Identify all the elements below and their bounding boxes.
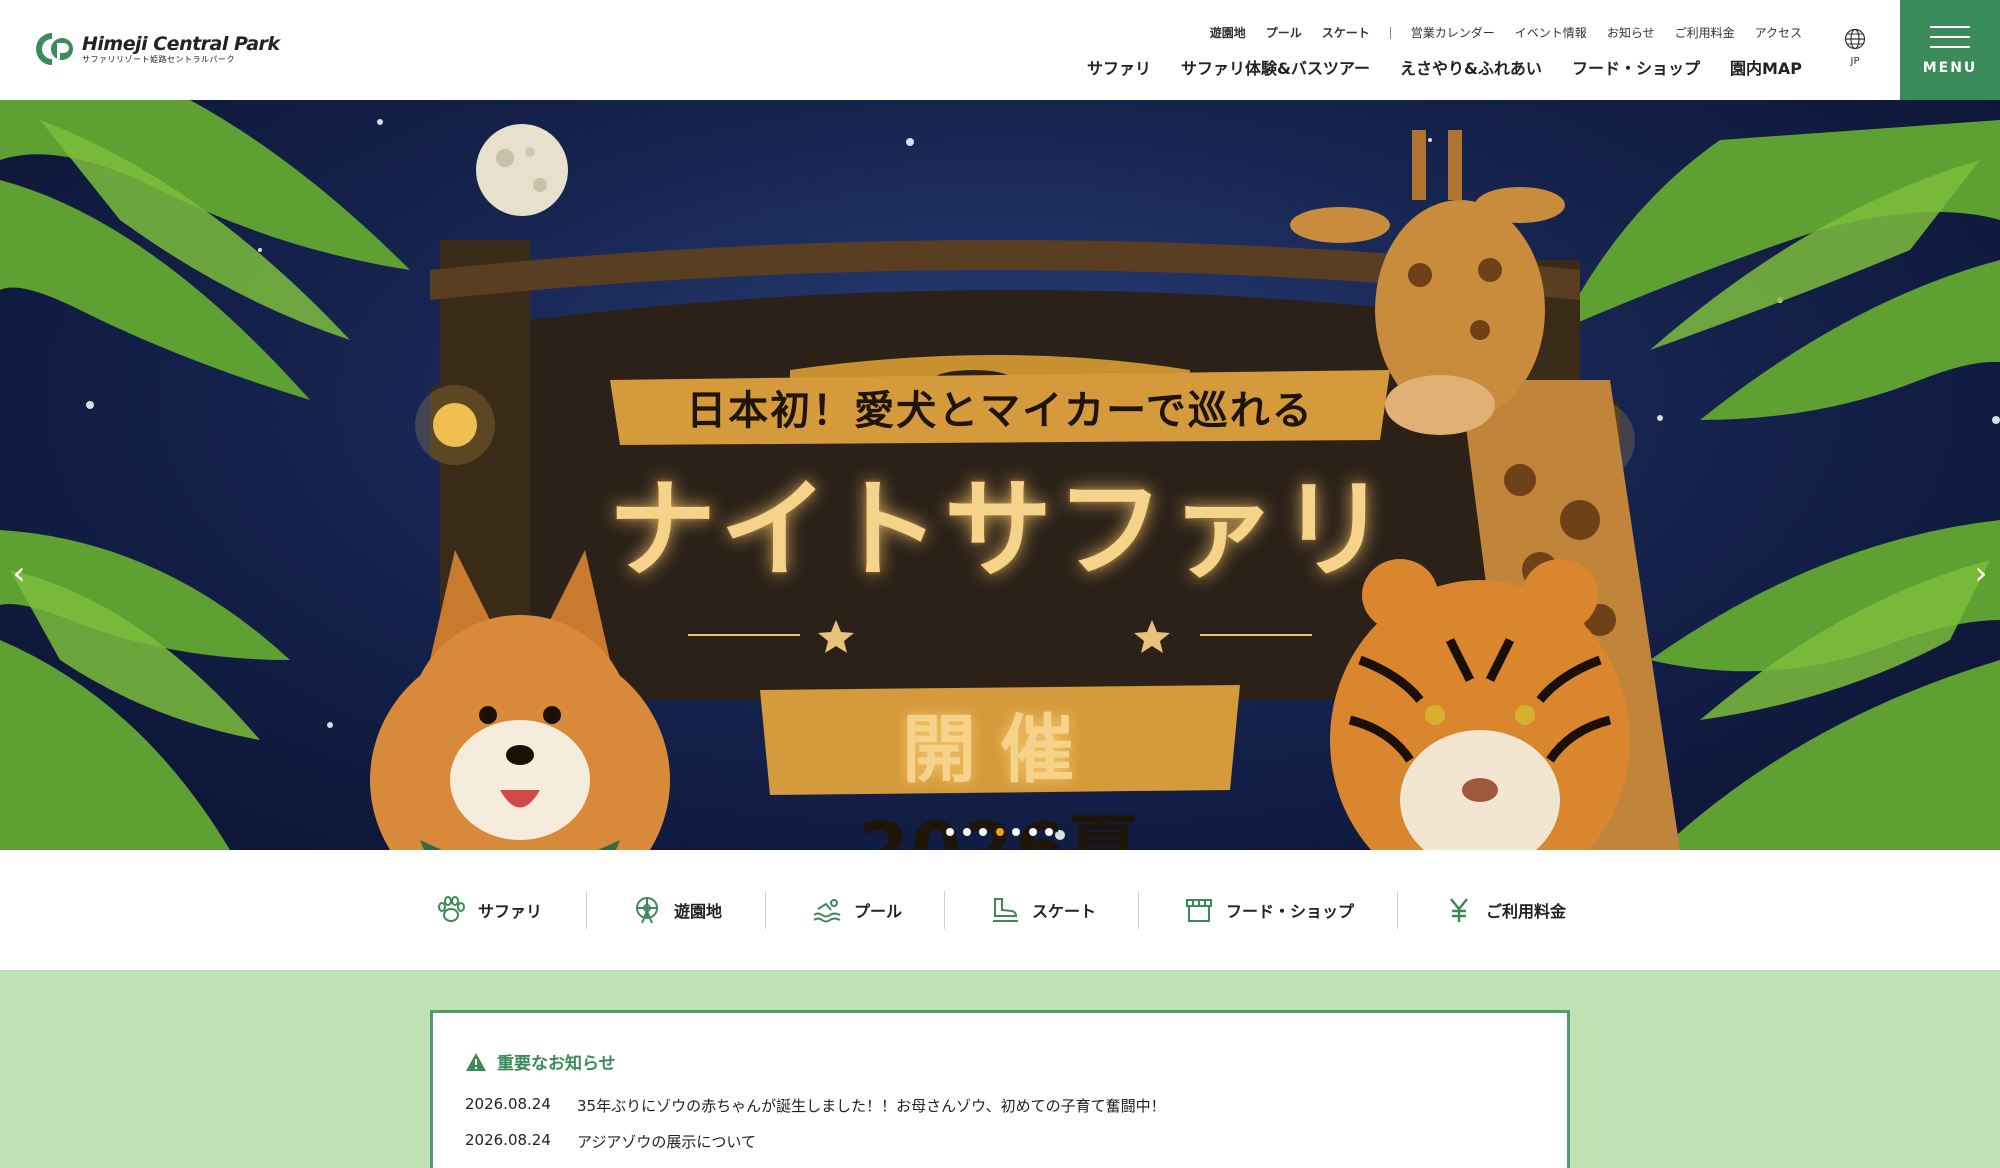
site-header: Himeji Central Park サファリリゾート姫路セントラルパーク 遊… — [0, 0, 2000, 100]
yen-icon — [1450, 898, 1468, 922]
category-prices[interactable]: ご利用料金 — [1444, 890, 1566, 930]
util-link-news[interactable]: お知らせ — [1607, 24, 1655, 41]
logo-subtitle: サファリリゾート姫路セントラルパーク — [82, 54, 235, 64]
hero-headline-4: 2026夏 — [858, 807, 1142, 850]
category-divider — [765, 891, 766, 929]
category-divider — [944, 891, 945, 929]
util-link-access[interactable]: アクセス — [1755, 24, 1802, 41]
logo-name: Himeji Central Park — [82, 32, 280, 55]
nav-safari-experience[interactable]: サファリ体験&バスツアー — [1181, 55, 1370, 79]
category-divider — [1138, 891, 1139, 929]
category-divider — [1397, 891, 1398, 929]
util-link-calendar[interactable]: 営業カレンダー — [1411, 24, 1495, 41]
hero-headline-3: 開催 — [902, 707, 1098, 793]
category-skate[interactable]: スケート — [990, 890, 1096, 930]
shop-icon — [1186, 899, 1212, 922]
category-divider — [586, 891, 587, 929]
category-food-shop[interactable]: フード・ショップ — [1184, 890, 1354, 930]
utility-nav: 遊園地 プール スケート 営業カレンダー イベント情報 お知らせ ご利用料金 ア… — [1190, 24, 1802, 41]
category-label: プール — [854, 902, 903, 921]
menu-label: MENU — [1922, 60, 1978, 76]
category-label: ご利用料金 — [1486, 902, 1567, 921]
globe-icon — [1844, 28, 1866, 50]
notice-item[interactable]: 2026.08.24 アジアゾウの展示について — [465, 1131, 756, 1152]
category-label: スケート — [1032, 902, 1097, 921]
skate-icon — [993, 898, 1018, 922]
notice-date: 2026.08.24 — [465, 1131, 551, 1149]
hamburger-icon — [1930, 26, 1970, 56]
category-pool[interactable]: プール — [812, 890, 902, 930]
nav-safari[interactable]: サファリ — [1087, 55, 1151, 79]
util-link-events[interactable]: イベント情報 — [1515, 24, 1587, 41]
slider-dot[interactable] — [962, 828, 971, 836]
slider-next-arrow-icon[interactable]: › — [1966, 548, 1996, 598]
category-label: フード・ショップ — [1226, 902, 1355, 921]
category-nav: サファリ 遊園地 プール スケート フード・ショップ ご利用料金 — [0, 850, 2000, 970]
logo-mark-icon — [30, 32, 78, 66]
slider-dot[interactable] — [995, 828, 1004, 836]
category-amusement[interactable]: 遊園地 — [632, 890, 722, 930]
util-link-skate[interactable]: スケート — [1322, 24, 1370, 41]
hero-slider[interactable]: 日本初！愛犬とマイカーで巡れる ナイトサファリ 開催 2026夏 ‹ › — [0, 100, 2000, 850]
category-label: 遊園地 — [674, 902, 723, 921]
slider-dot[interactable] — [946, 828, 954, 836]
slider-dot[interactable] — [1012, 828, 1020, 836]
nav-food-shop[interactable]: フード・ショップ — [1572, 55, 1700, 79]
warning-icon — [466, 1052, 486, 1071]
util-nav-divider — [1389, 26, 1391, 39]
slider-dot[interactable] — [979, 828, 987, 836]
site-logo[interactable]: Himeji Central Park サファリリゾート姫路セントラルパーク — [30, 32, 280, 66]
slider-dots — [946, 828, 1062, 836]
notice-section: 重要なお知らせ 2026.08.24 35年ぶりにゾウの赤ちゃんが誕生しました！… — [0, 970, 2000, 1168]
swimmer-icon — [813, 899, 841, 923]
menu-button[interactable]: MENU — [1900, 0, 2000, 100]
notice-date: 2026.08.24 — [465, 1095, 551, 1113]
language-switcher[interactable]: JP — [1842, 28, 1868, 67]
notice-heading: 重要なお知らせ — [465, 1049, 616, 1074]
category-label: サファリ — [478, 902, 543, 921]
util-link-amusement[interactable]: 遊園地 — [1210, 24, 1246, 41]
util-link-prices[interactable]: ご利用料金 — [1675, 24, 1735, 41]
paw-icon — [438, 896, 465, 922]
notice-item[interactable]: 2026.08.24 35年ぶりにゾウの赤ちゃんが誕生しました！！お母さんゾウ、… — [465, 1095, 1166, 1116]
nav-feeding[interactable]: えさやり&ふれあい — [1400, 55, 1542, 79]
notice-title: 重要なお知らせ — [497, 1054, 616, 1074]
notice-text: 35年ぶりにゾウの赤ちゃんが誕生しました！！お母さんゾウ、初めての子育て奮闘中！ — [577, 1097, 1166, 1115]
slider-prev-arrow-icon[interactable]: ‹ — [4, 548, 34, 598]
ferris-wheel-icon — [636, 897, 658, 924]
hero-headline-2: ナイトサファリ — [607, 468, 1392, 593]
important-notice-box: 重要なお知らせ 2026.08.24 35年ぶりにゾウの赤ちゃんが誕生しました！… — [430, 1010, 1570, 1168]
language-label: JP — [1850, 56, 1860, 67]
nav-park-map[interactable]: 園内MAP — [1730, 55, 1802, 79]
slider-dot[interactable] — [1045, 828, 1053, 836]
category-safari[interactable]: サファリ — [436, 890, 542, 930]
slider-dot[interactable] — [1028, 828, 1037, 836]
main-nav: サファリ サファリ体験&バスツアー えさやり&ふれあい フード・ショップ 園内M… — [1057, 55, 1802, 79]
hero-headline-1: 日本初！愛犬とマイカーで巡れる — [686, 388, 1314, 434]
notice-text: アジアゾウの展示について — [577, 1133, 756, 1151]
util-link-pool[interactable]: プール — [1266, 24, 1302, 41]
